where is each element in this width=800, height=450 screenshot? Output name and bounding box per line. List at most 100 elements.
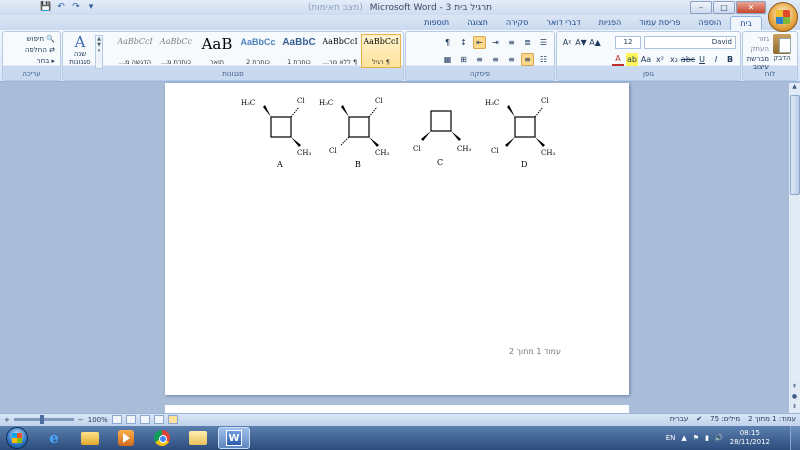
- strikethrough-button[interactable]: abc: [681, 53, 695, 66]
- highlight-button[interactable]: ab: [626, 53, 638, 66]
- prev-page-icon[interactable]: ⇞: [789, 383, 800, 393]
- paragraph-group-label: פיסקה: [469, 70, 491, 78]
- replace-button[interactable]: ⇄ החלפה: [9, 46, 55, 54]
- view-outline-icon[interactable]: [125, 415, 136, 424]
- internet-explorer-icon[interactable]: e: [38, 427, 70, 449]
- tab-page-layout[interactable]: פריסת עמוד: [630, 16, 689, 30]
- language-bar[interactable]: EN: [666, 434, 676, 442]
- clear-formatting-button[interactable]: Aᵡ: [561, 36, 573, 49]
- file-explorer-icon[interactable]: [74, 427, 106, 449]
- tab-mailings[interactable]: דברי דואר: [537, 16, 589, 30]
- media-player-icon[interactable]: [110, 427, 142, 449]
- tab-review[interactable]: סקירה: [497, 16, 537, 30]
- copy-button[interactable]: העתק: [743, 45, 769, 53]
- folder-icon[interactable]: [182, 427, 214, 449]
- show-marks-button[interactable]: ¶: [441, 36, 454, 49]
- minimize-button[interactable]: –: [690, 1, 712, 14]
- rtl-button[interactable]: ⇤: [473, 36, 486, 49]
- superscript-button[interactable]: x²: [654, 53, 666, 66]
- volume-icon[interactable]: 🔊: [715, 434, 724, 442]
- scroll-thumb[interactable]: [790, 95, 800, 195]
- maximize-button[interactable]: □: [713, 1, 735, 14]
- style-no-spacing[interactable]: AaBbCcI ¶ ללא מר...: [320, 34, 360, 68]
- zoom-level[interactable]: 100%: [88, 416, 108, 424]
- style-title[interactable]: AaB תואר: [197, 34, 237, 68]
- wedge-bond: [505, 137, 515, 147]
- change-case-button[interactable]: Aa: [640, 53, 652, 66]
- tab-insert[interactable]: הוספה: [690, 16, 731, 30]
- tab-references[interactable]: הפניות: [590, 16, 631, 30]
- view-web-icon[interactable]: [139, 415, 150, 424]
- shrink-font-button[interactable]: A▼: [575, 36, 587, 49]
- clock[interactable]: 08:15 28/11/2012: [730, 429, 770, 447]
- scroll-up-icon[interactable]: ▲: [789, 83, 800, 93]
- document-page[interactable]: H₃C Cl CH₃ A H₃C Cl CH₃ Cl B Cl CH₃ C H₃…: [165, 83, 629, 395]
- find-button[interactable]: 🔍 חיפוש: [9, 35, 55, 43]
- line-spacing-button[interactable]: ☷: [537, 53, 550, 66]
- customize-qat-icon[interactable]: ▾: [85, 1, 97, 13]
- word-count[interactable]: מילים: 75: [710, 415, 740, 423]
- view-reading-icon[interactable]: [153, 415, 164, 424]
- flag-icon[interactable]: ⚑: [693, 434, 699, 442]
- page-footer: עמוד 1 מתוך 2: [509, 347, 561, 356]
- font-color-button[interactable]: A: [612, 53, 624, 66]
- save-icon[interactable]: 💾: [40, 1, 52, 13]
- align-right-button[interactable]: ≡: [521, 53, 534, 66]
- cut-button[interactable]: גזור: [743, 35, 769, 43]
- office-button[interactable]: [768, 2, 798, 32]
- bullets-button[interactable]: ☰: [537, 36, 550, 49]
- spellcheck-icon[interactable]: ✔: [696, 415, 702, 423]
- change-styles-button[interactable]: A שנה סגנונות: [65, 34, 95, 66]
- view-draft-icon[interactable]: [111, 415, 122, 424]
- replace-label: החלפה: [24, 46, 47, 54]
- undo-icon[interactable]: ↶: [55, 1, 67, 13]
- word-taskbar-icon[interactable]: W: [218, 427, 250, 449]
- borders-button[interactable]: ▦: [441, 53, 454, 66]
- subscript-button[interactable]: x₂: [668, 53, 680, 66]
- justify-button[interactable]: ≡: [473, 53, 486, 66]
- ltr-button[interactable]: ⇥: [489, 36, 502, 49]
- next-page-icon[interactable]: ⇟: [789, 403, 800, 413]
- zoom-minus-button[interactable]: −: [78, 416, 84, 424]
- zoom-slider[interactable]: [13, 415, 74, 424]
- select-button[interactable]: ▸ בחר: [9, 57, 55, 65]
- style-subtitle[interactable]: AaBbCc כותרת מ...: [156, 34, 196, 68]
- font-name-dropdown[interactable]: David: [644, 36, 736, 49]
- redo-icon[interactable]: ↷: [70, 1, 82, 13]
- molecule-b: H₃C Cl CH₃ Cl B: [319, 97, 389, 169]
- italic-button[interactable]: I: [710, 53, 722, 66]
- numbering-button[interactable]: ≣: [521, 36, 534, 49]
- tab-view[interactable]: תצוגה: [458, 16, 497, 30]
- view-print-layout-icon[interactable]: [167, 415, 178, 424]
- style-subtle-emphasis[interactable]: AaBbCcI הדגשה מ...: [115, 34, 155, 68]
- start-button[interactable]: [4, 426, 30, 450]
- center-button[interactable]: ≡: [505, 53, 518, 66]
- shading-button[interactable]: ⊞: [457, 53, 470, 66]
- document-page-2[interactable]: [165, 405, 629, 413]
- page-count[interactable]: עמוד: 1 מתוך 2: [748, 415, 796, 423]
- vertical-scrollbar[interactable]: ▲ ⇞ ● ⇟: [788, 83, 800, 413]
- paste-button[interactable]: הדבק: [770, 34, 794, 62]
- tab-add-ins[interactable]: תוספות: [415, 16, 458, 30]
- chrome-icon[interactable]: [146, 427, 178, 449]
- network-icon[interactable]: ▮: [705, 434, 709, 442]
- paste-label: הדבק: [773, 54, 791, 62]
- tab-home[interactable]: בית: [730, 16, 762, 30]
- style-heading-1[interactable]: AaBbC כותרת 1: [279, 34, 319, 68]
- language-indicator[interactable]: עברית: [670, 415, 689, 423]
- tray-expand-icon[interactable]: ▲: [681, 434, 686, 442]
- bold-button[interactable]: B: [724, 53, 736, 66]
- font-size-dropdown[interactable]: 12: [615, 36, 641, 49]
- sort-button[interactable]: ↕: [457, 36, 470, 49]
- style-normal[interactable]: AaBbCcI ¶ רגיל: [361, 34, 401, 68]
- close-button[interactable]: ✕: [736, 1, 766, 14]
- underline-button[interactable]: U: [696, 53, 708, 66]
- style-heading-2[interactable]: AaBbCc כותרת 2: [238, 34, 278, 68]
- grow-font-button[interactable]: A▲: [589, 36, 601, 49]
- show-desktop-button[interactable]: [790, 426, 800, 450]
- browse-object-icon[interactable]: ●: [789, 393, 800, 403]
- align-left-button[interactable]: ≡: [489, 53, 502, 66]
- multilevel-list-button[interactable]: ≡: [505, 36, 518, 49]
- zoom-plus-button[interactable]: +: [4, 416, 10, 424]
- styles-gallery-scroll[interactable]: ▲ ▼ ▾: [95, 35, 103, 69]
